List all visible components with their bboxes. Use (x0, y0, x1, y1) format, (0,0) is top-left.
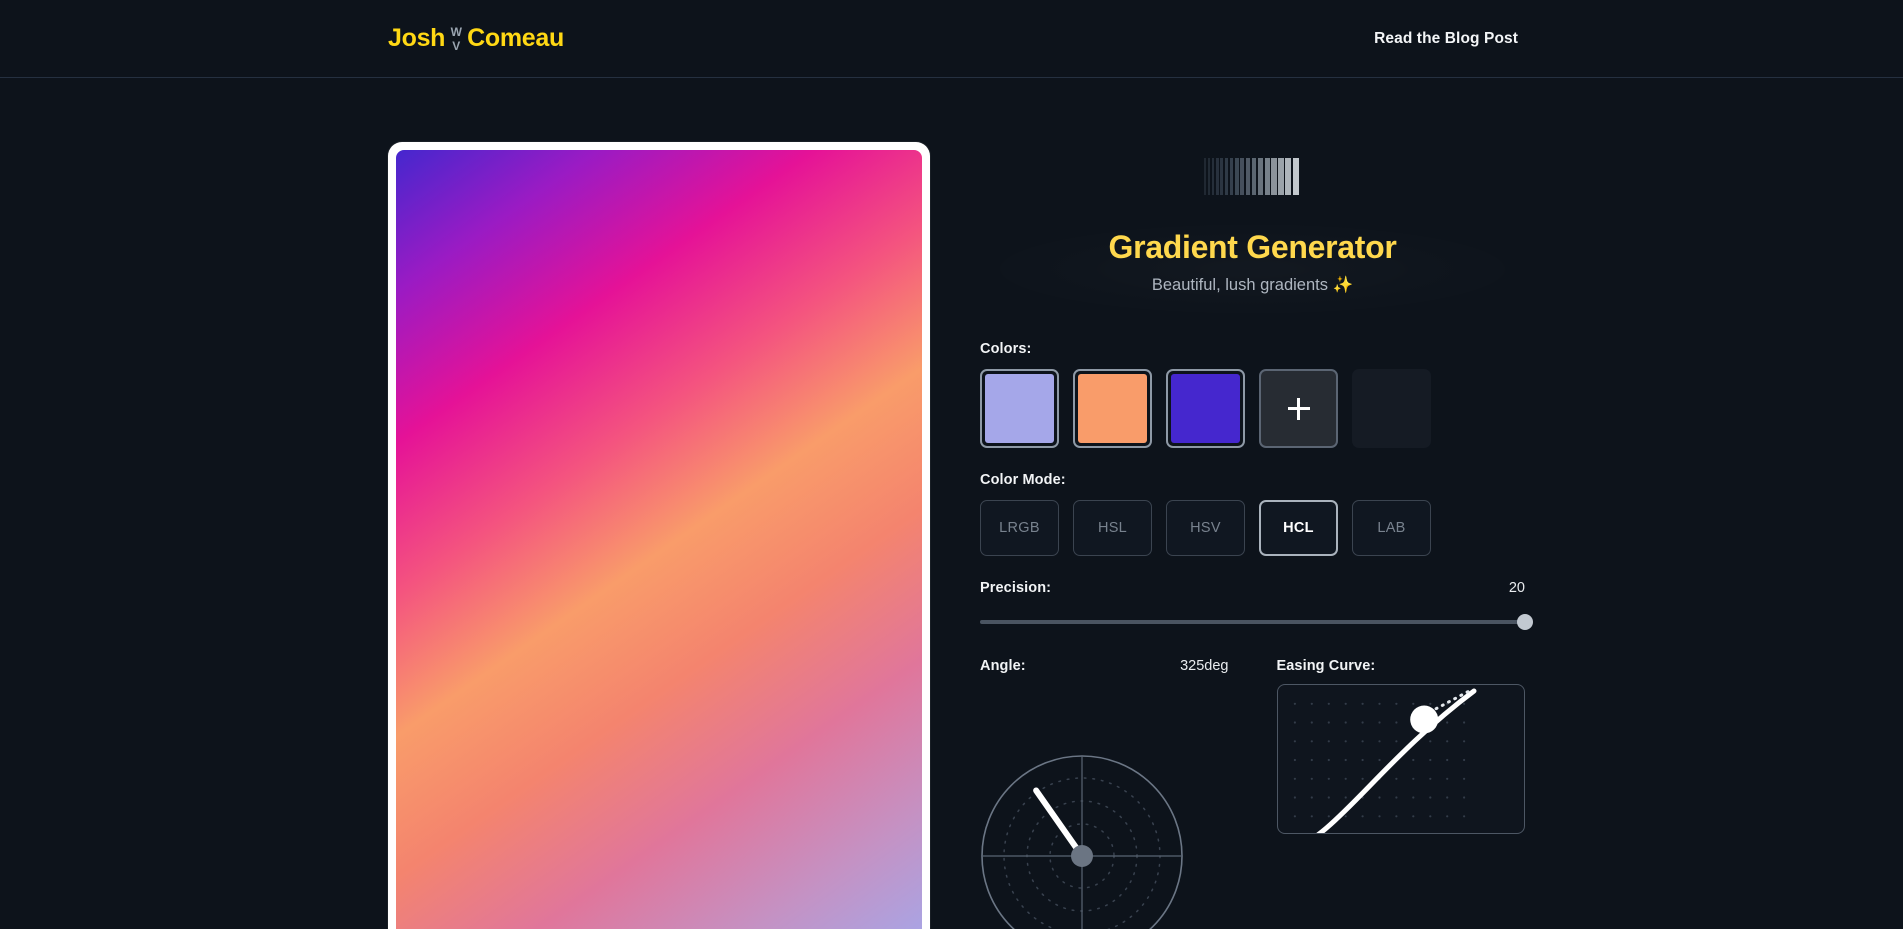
precision-group: Precision: 20 (980, 580, 1533, 630)
easing-curve-handle[interactable] (1409, 705, 1438, 734)
easing-curve-path (1315, 688, 1476, 833)
logo-first-name: Josh (388, 24, 446, 52)
colors-group: Colors: (980, 341, 1525, 448)
logo-w-glyph: W (450, 25, 462, 39)
barcode-bar (1229, 158, 1234, 195)
precision-header: Precision: 20 (980, 580, 1525, 596)
color-mode-hsv-button[interactable]: HSV (1166, 500, 1245, 556)
title-block: Gradient Generator Beautiful, lush gradi… (980, 221, 1525, 317)
precision-value: 20 (1508, 580, 1525, 596)
color-swatch-fill (1171, 374, 1240, 443)
barcode-bar (1278, 158, 1284, 195)
angle-dial-svg (981, 755, 1183, 929)
dial-center-handle (1071, 845, 1093, 867)
color-swatch-row (980, 369, 1525, 448)
barcode-bar (1240, 158, 1245, 195)
barcode-bar (1264, 158, 1270, 195)
precision-slider-thumb[interactable] (1517, 614, 1533, 630)
color-swatch-3[interactable] (1166, 369, 1245, 448)
barcode-bar (1292, 158, 1300, 195)
logo-v-glyph: V (452, 39, 461, 53)
barcode-bar (1245, 158, 1251, 195)
precision-slider[interactable] (980, 614, 1533, 630)
read-blog-post-link[interactable]: Read the Blog Post (1374, 30, 1518, 48)
color-mode-group: Color Mode: LRGB HSL HSV HCL LAB (980, 472, 1525, 556)
barcode-bar (1258, 158, 1263, 195)
subtitle-text: Beautiful, lush gradients (1151, 276, 1333, 294)
barcode-decoration (980, 158, 1525, 195)
barcode-bar (1271, 158, 1277, 195)
site-header: Josh W V Comeau Read the Blog Post (0, 0, 1903, 78)
precision-label: Precision: (980, 580, 1052, 596)
color-mode-label: Color Mode: (980, 472, 1066, 488)
barcode-bar (1211, 158, 1215, 195)
angle-group: Angle: 325deg (980, 658, 1229, 929)
easing-header: Easing Curve: (1277, 658, 1526, 674)
page-subtitle: Beautiful, lush gradients ✨ (980, 276, 1525, 295)
angle-dial[interactable] (980, 684, 1229, 929)
barcode-bar (1220, 158, 1224, 195)
angle-easing-row: Angle: 325deg Easing Curve: (980, 658, 1525, 929)
barcode-bar (1234, 158, 1239, 195)
color-mode-hcl-button[interactable]: HCL (1259, 500, 1338, 556)
gradient-preview-frame (388, 142, 930, 929)
sparkles-icon: ✨ (1332, 276, 1354, 294)
color-mode-lrgb-button[interactable]: LRGB (980, 500, 1059, 556)
color-mode-lab-button[interactable]: LAB (1352, 500, 1431, 556)
barcode-bar (1251, 158, 1257, 195)
color-swatch-1[interactable] (980, 369, 1059, 448)
colors-label: Colors: (980, 341, 1032, 357)
barcode-bar (1285, 158, 1292, 195)
color-swatch-2[interactable] (1073, 369, 1152, 448)
controls-panel: Gradient Generator Beautiful, lush gradi… (980, 142, 1533, 929)
precision-slider-track (980, 620, 1525, 624)
dial-needle (1033, 787, 1085, 859)
logo-last-name: Comeau (467, 24, 564, 52)
angle-value: 325deg (1180, 658, 1229, 674)
plus-icon (1287, 397, 1310, 420)
color-swatch-fill (1078, 374, 1147, 443)
add-color-button[interactable] (1259, 369, 1338, 448)
easing-label: Easing Curve: (1276, 658, 1376, 674)
barcode-bar (1224, 158, 1229, 195)
color-mode-hsl-button[interactable]: HSL (1073, 500, 1152, 556)
color-swatch-fill (985, 374, 1054, 443)
site-logo[interactable]: Josh W V Comeau (388, 24, 564, 53)
gradient-preview-wrapper (388, 142, 930, 929)
page-body: Gradient Generator Beautiful, lush gradi… (0, 78, 1903, 929)
gradient-preview-swatch (396, 150, 922, 929)
color-mode-button-row: LRGB HSL HSV HCL LAB (980, 500, 1525, 556)
logo-middle-initial: W V (445, 26, 467, 52)
angle-label: Angle: (980, 658, 1026, 674)
barcode-bar (1207, 158, 1211, 195)
color-swatch-placeholder (1352, 369, 1431, 448)
page-title: Gradient Generator (1108, 229, 1397, 265)
barcode-bar (1204, 158, 1207, 195)
easing-group: Easing Curve: (1276, 658, 1526, 929)
easing-curve-panel[interactable] (1276, 684, 1525, 834)
easing-curve-svg (1293, 688, 1476, 833)
angle-header: Angle: 325deg (980, 658, 1229, 674)
barcode-bar (1215, 158, 1219, 195)
